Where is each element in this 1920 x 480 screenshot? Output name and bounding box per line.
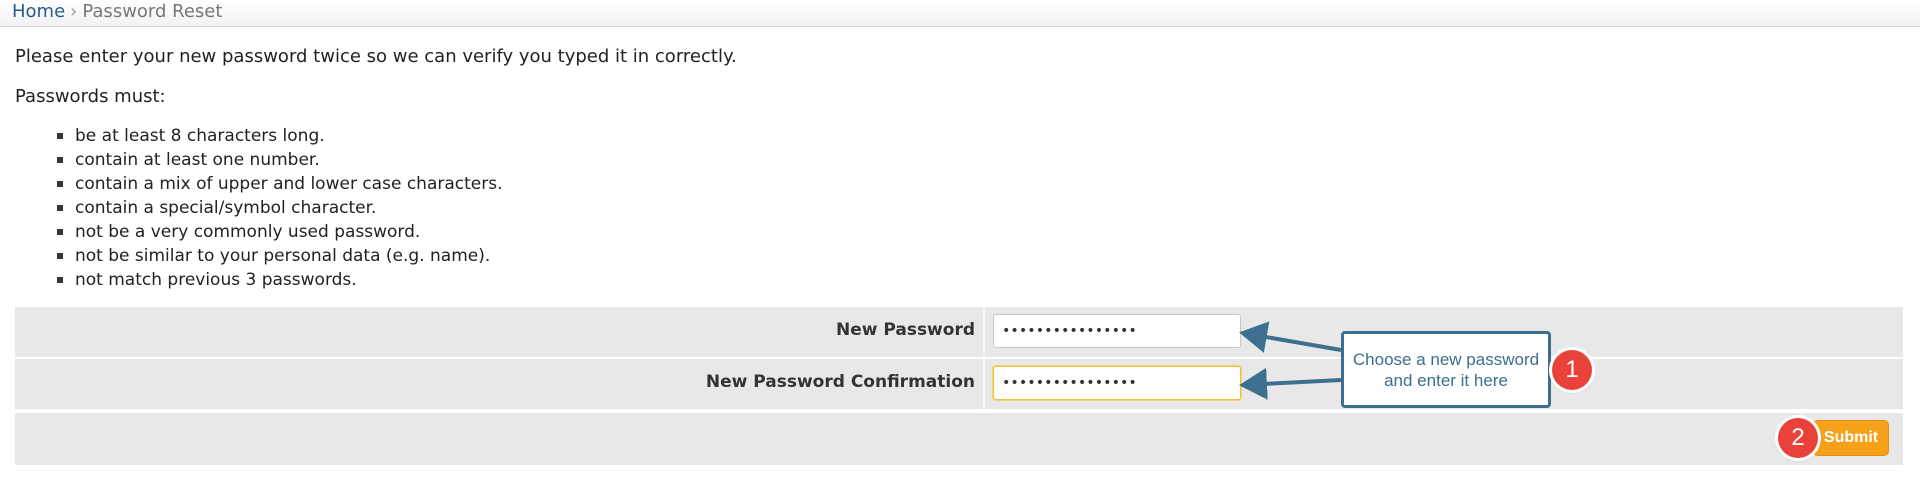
step-2-badge: 2 [1778,418,1818,458]
step-1-badge: 1 [1552,350,1592,390]
arrow-to-confirm-password [1239,367,1342,400]
password-reset-page: Home › Password Reset Please enter your ne… [0,0,1920,480]
arrow-to-new-password [1239,321,1342,353]
annotation-callout: Choose a new password and enter it here [1341,331,1551,408]
callout-text: Choose a new password and enter it here [1352,349,1540,390]
annotation-arrows [1239,321,1342,400]
